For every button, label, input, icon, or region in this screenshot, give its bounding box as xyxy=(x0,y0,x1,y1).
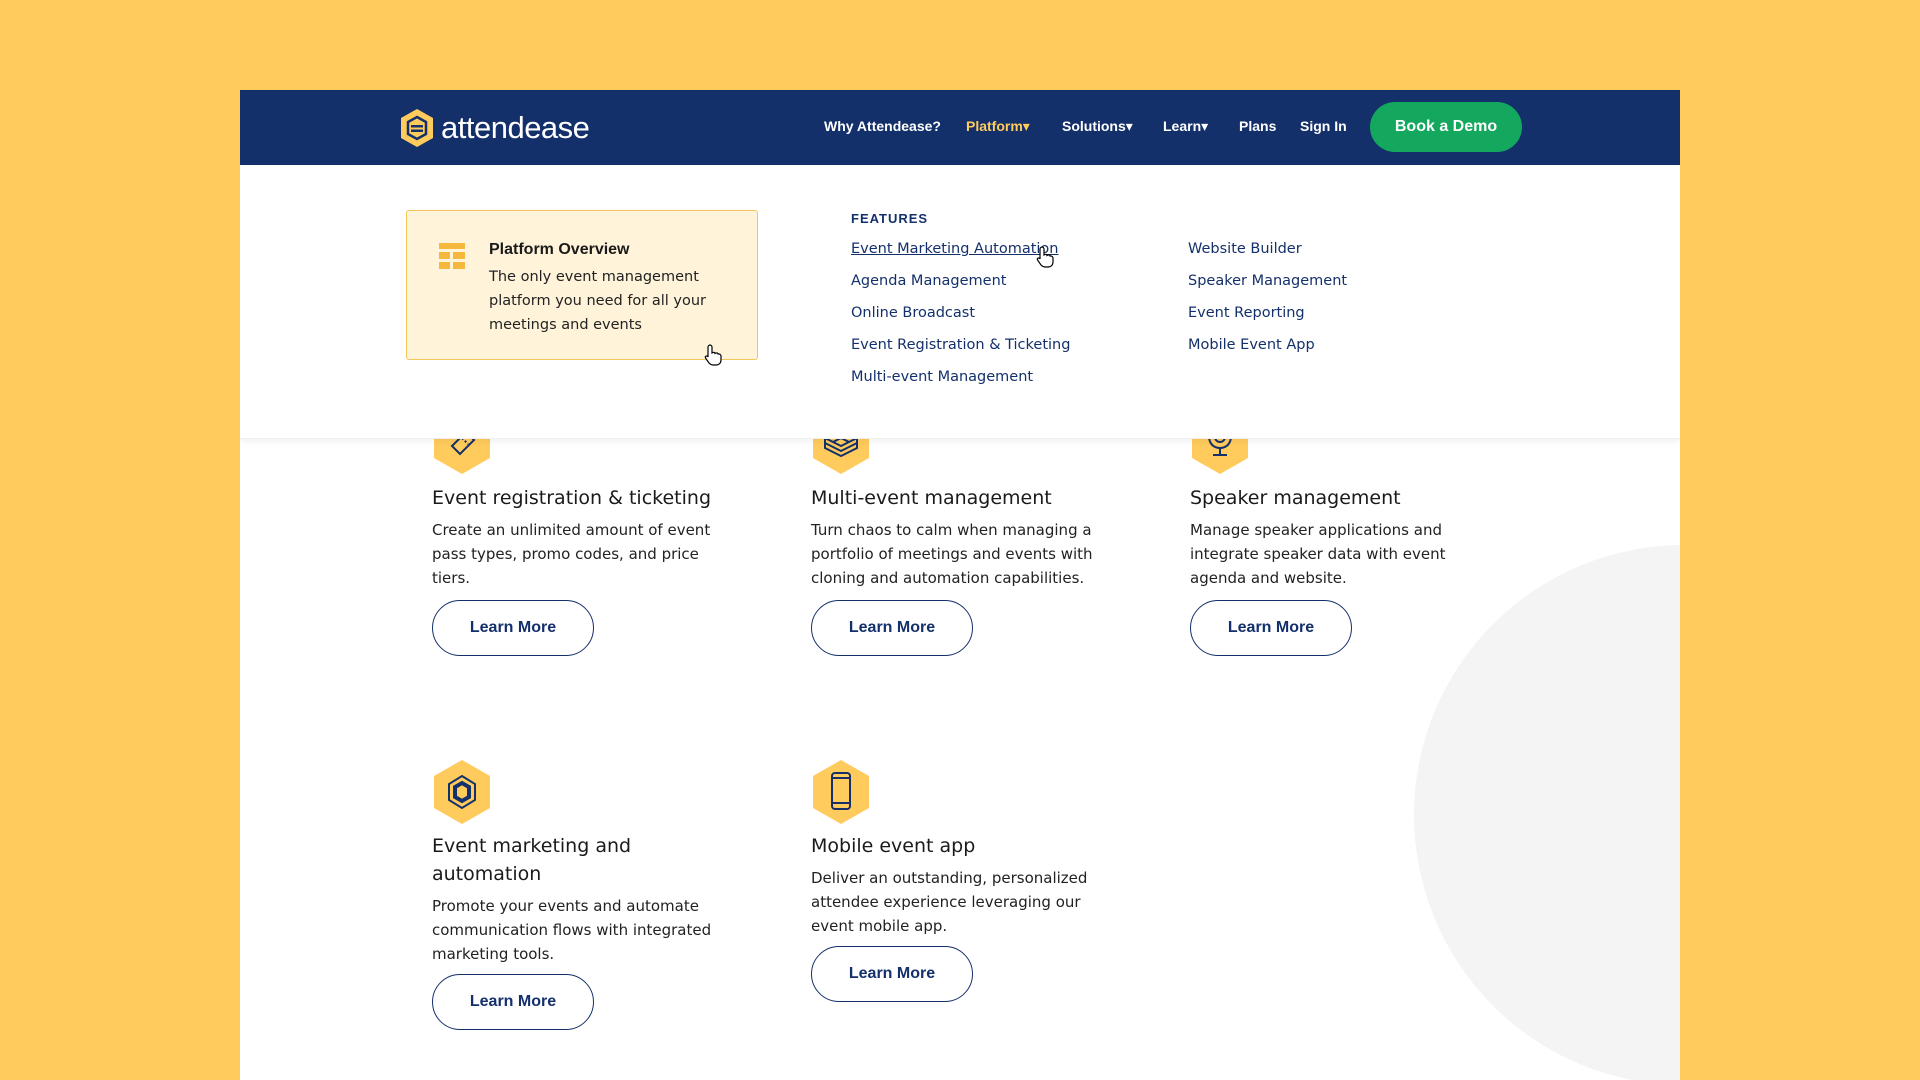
card-description: Promote your events and automate communi… xyxy=(432,897,712,963)
book-demo-button[interactable]: Book a Demo xyxy=(1370,102,1522,152)
card-description: Deliver an outstanding, personalized att… xyxy=(811,869,1088,935)
feature-link-event-registration-ticketing[interactable]: Event Registration & Ticketing xyxy=(851,337,1070,353)
learn-more-button[interactable]: Learn More xyxy=(432,974,594,1030)
features-heading: FEATURES xyxy=(851,211,929,226)
card-title: Speaker management xyxy=(1190,487,1401,509)
feature-card-registration: Event registration & ticketing Create an… xyxy=(432,408,762,778)
brand-name: attendease xyxy=(441,110,590,145)
feature-card-mobile-app: Mobile event app Deliver an outstanding,… xyxy=(811,758,1141,1080)
nav-platform[interactable]: Platform▾ xyxy=(966,118,1030,135)
feature-link-online-broadcast[interactable]: Online Broadcast xyxy=(851,305,975,321)
card-title: Event registration & ticketing xyxy=(432,487,712,509)
nav-solutions[interactable]: Solutions▾ xyxy=(1062,118,1133,135)
platform-dropdown-menu: Platform Overview The only event managem… xyxy=(240,165,1680,439)
card-title: Multi-event management xyxy=(811,487,1052,509)
feature-link-agenda-management[interactable]: Agenda Management xyxy=(851,273,1006,289)
overview-title: Platform Overview xyxy=(489,241,630,258)
brand-logo[interactable]: attendease xyxy=(399,108,590,148)
learn-more-button[interactable]: Learn More xyxy=(811,600,973,656)
card-description: Create an unlimited amount of event pass… xyxy=(432,521,711,587)
feature-link-website-builder[interactable]: Website Builder xyxy=(1188,241,1302,257)
nav-sign-in[interactable]: Sign In xyxy=(1300,118,1347,134)
card-title: Mobile event app xyxy=(811,835,976,857)
learn-more-button[interactable]: Learn More xyxy=(432,600,594,656)
card-description: Manage speaker applications and integrat… xyxy=(1190,521,1446,587)
feature-card-multi-event: Multi-event management Turn chaos to cal… xyxy=(811,408,1141,778)
learn-more-button[interactable]: Learn More xyxy=(1190,600,1352,656)
card-title: Event marketing and automation xyxy=(432,835,632,885)
learn-more-button[interactable]: Learn More xyxy=(811,946,973,1002)
feature-card-marketing: Event marketing and automation Promote y… xyxy=(432,758,762,1080)
nav-learn[interactable]: Learn▾ xyxy=(1163,118,1208,135)
overview-description: The only event management platform you n… xyxy=(489,269,707,333)
feature-link-speaker-management[interactable]: Speaker Management xyxy=(1188,273,1347,289)
bee-hexagon-logo-icon xyxy=(401,109,433,147)
grid-icon xyxy=(439,243,465,269)
mobile-phone-icon xyxy=(813,760,869,824)
browser-page: attendease Why Attendease? Platform▾ Sol… xyxy=(240,90,1680,1080)
nav-plans[interactable]: Plans xyxy=(1239,118,1276,134)
top-navbar: attendease Why Attendease? Platform▾ Sol… xyxy=(240,90,1680,165)
feature-link-mobile-event-app[interactable]: Mobile Event App xyxy=(1188,337,1315,353)
nav-why-attendease[interactable]: Why Attendease? xyxy=(824,118,941,134)
platform-overview-card[interactable]: Platform Overview The only event managem… xyxy=(406,210,758,360)
feature-link-multi-event-management[interactable]: Multi-event Management xyxy=(851,369,1033,385)
feature-card-speaker: Speaker management Manage speaker applic… xyxy=(1190,408,1520,778)
hexagon-automation-icon xyxy=(434,760,490,824)
feature-link-event-marketing-automation[interactable]: Event Marketing Automation xyxy=(851,241,1058,257)
card-description: Turn chaos to calm when managing a portf… xyxy=(811,521,1093,587)
feature-link-event-reporting[interactable]: Event Reporting xyxy=(1188,305,1305,321)
